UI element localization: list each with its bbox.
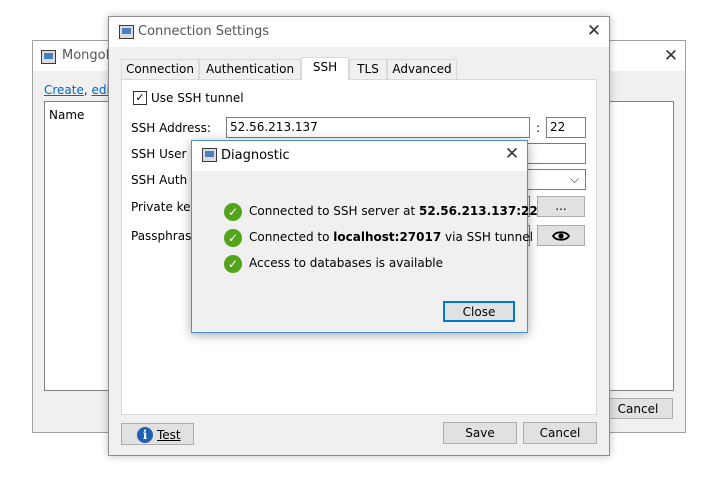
chevron-down-icon: ⌵ — [569, 172, 579, 186]
save-button[interactable]: Save — [443, 422, 517, 444]
use-ssh-label: Use SSH tunnel — [151, 91, 244, 105]
back-cancel-button[interactable]: Cancel — [603, 398, 673, 419]
close-icon[interactable]: ✕ — [582, 20, 606, 44]
list-header-name: Name — [49, 108, 85, 122]
create-link[interactable]: Create — [44, 83, 84, 97]
ssh-address-label: SSH Address: — [131, 121, 211, 135]
app-window-icon — [202, 148, 217, 162]
info-icon: i — [137, 427, 153, 443]
tab-advanced[interactable]: Advanced — [387, 59, 457, 79]
connection-settings-titlebar: Connection Settings ✕ — [109, 17, 609, 47]
success-check-icon: ✓ — [224, 203, 242, 221]
cancel-button[interactable]: Cancel — [523, 422, 597, 444]
connection-settings-title: Connection Settings — [138, 24, 270, 39]
diagnostic-titlebar: Diagnostic ✕ — [192, 141, 527, 171]
success-check-icon: ✓ — [224, 229, 242, 247]
eye-icon — [551, 231, 571, 241]
tab-connection[interactable]: Connection — [121, 59, 199, 79]
ssh-port-input[interactable]: 22 — [546, 117, 586, 138]
message-text: Access to databases is available — [249, 256, 444, 270]
tab-ssh[interactable]: SSH — [301, 57, 349, 80]
test-button[interactable]: i Test — [121, 423, 194, 445]
link-separator: , — [83, 83, 92, 97]
test-label: Test — [157, 428, 181, 442]
checkbox-check-icon: ✓ — [135, 91, 145, 104]
message-text: Connected to SSH server at 52.56.213.137… — [249, 204, 538, 218]
diagnostic-dialog: Diagnostic ✕ ✓ Connected to SSH server a… — [191, 140, 538, 333]
tab-authentication[interactable]: Authentication — [199, 59, 301, 79]
port-colon: : — [536, 121, 541, 135]
close-icon[interactable]: ✕ — [500, 143, 524, 167]
use-ssh-checkbox[interactable]: ✓ — [133, 91, 147, 105]
show-password-button[interactable] — [537, 225, 585, 246]
diagnostic-title: Diagnostic — [221, 148, 290, 163]
ssh-address-input[interactable]: 52.56.213.137 — [226, 117, 530, 138]
success-check-icon: ✓ — [224, 255, 242, 273]
close-icon[interactable]: ✕ — [659, 45, 683, 69]
browse-button[interactable]: ... — [537, 196, 585, 217]
app-window-icon — [119, 25, 134, 39]
app-window-icon — [41, 50, 56, 64]
tab-tls[interactable]: TLS — [349, 59, 387, 79]
message-text: Connected to localhost:27017 via SSH tun… — [249, 230, 533, 244]
close-button[interactable]: Close — [443, 301, 515, 322]
